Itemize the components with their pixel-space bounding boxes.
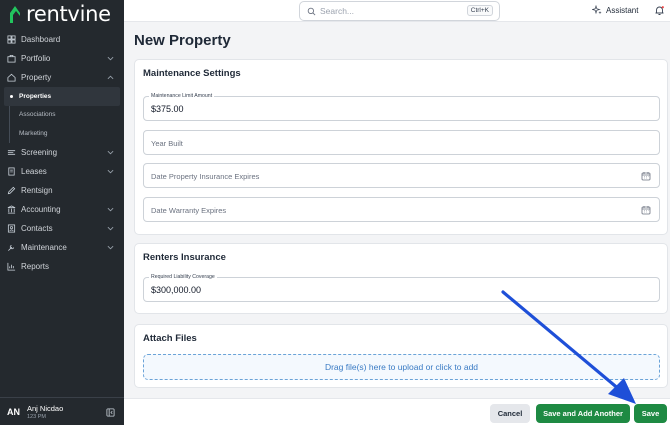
- property-submenu: Properties Associations Marketing: [0, 87, 124, 143]
- sidebar-item-label: Property: [21, 73, 52, 82]
- card-title: Attach Files: [143, 333, 197, 344]
- sidebar-item-label: Maintenance: [21, 242, 67, 252]
- wrench-icon: [7, 243, 16, 252]
- calendar-icon[interactable]: [641, 205, 651, 215]
- sidebar-item-label: Dashboard: [21, 35, 61, 44]
- save-button[interactable]: Save: [634, 404, 667, 423]
- sidebar-item-label: Screening: [21, 147, 58, 157]
- chevron-down-icon: [107, 245, 114, 249]
- sidebar-subitem-associations[interactable]: Associations: [0, 106, 124, 125]
- sidebar-item-label: Reports: [21, 261, 50, 271]
- rentsign-icon: [7, 186, 16, 195]
- chevron-down-icon: [107, 226, 114, 230]
- rentvine-logo-mark-icon: [10, 6, 20, 23]
- property-icon: [7, 73, 16, 82]
- field-value: $300,000.00: [151, 285, 202, 295]
- sidebar-item-property[interactable]: Property: [0, 68, 124, 87]
- field-placeholder: Date Property Insurance Expires: [151, 172, 260, 181]
- screening-icon: [7, 148, 16, 157]
- user-info: Anj Nicdao 123 PM: [27, 404, 63, 420]
- sparkle-icon: [592, 5, 602, 15]
- sidebar-item-leases[interactable]: Leases: [0, 162, 124, 181]
- field-label: Required Liability Coverage: [149, 274, 217, 280]
- card-title: Maintenance Settings: [143, 68, 241, 79]
- sidebar: rentvine Dashboard Portfolio Property Pr…: [0, 0, 124, 425]
- avatar: AN: [7, 406, 20, 417]
- sidebar-item-label: Leases: [21, 166, 47, 176]
- file-dropzone[interactable]: Drag file(s) here to upload or click to …: [143, 354, 660, 380]
- dashboard-icon: [7, 35, 16, 44]
- sidebar-item-label: Portfolio: [21, 54, 51, 63]
- page-title: New Property: [134, 32, 231, 49]
- insurance-expires-field[interactable]: Date Property Insurance Expires: [143, 163, 660, 188]
- chevron-down-icon: [107, 150, 114, 154]
- chevron-down-icon: [107, 56, 114, 61]
- contacts-icon: [7, 223, 16, 233]
- maintenance-settings-card: Maintenance Settings Maintenance Limit A…: [134, 59, 668, 235]
- brand-name: rentvine: [26, 2, 111, 26]
- main-content: New Property Maintenance Settings Mainte…: [124, 22, 670, 425]
- sidebar-item-maintenance[interactable]: Maintenance: [0, 238, 124, 257]
- bell-icon[interactable]: [654, 5, 665, 16]
- chevron-up-icon: [107, 75, 114, 80]
- sidebar-item-portfolio[interactable]: Portfolio: [0, 49, 124, 68]
- search-shortcut-badge: Ctrl+K: [466, 5, 493, 16]
- sidebar-nav: Dashboard Portfolio Property Properties …: [0, 30, 124, 276]
- sidebar-item-label: Accounting: [21, 204, 61, 214]
- sidebar-item-reports[interactable]: Reports: [0, 257, 124, 276]
- sidebar-item-rentsign[interactable]: Rentsign: [0, 181, 124, 200]
- sidebar-subitem-marketing[interactable]: Marketing: [0, 124, 124, 143]
- field-placeholder: Year Built: [151, 139, 183, 148]
- user-subtitle: 123 PM: [27, 413, 46, 420]
- attach-files-card: Attach Files Drag file(s) here to upload…: [134, 324, 668, 388]
- sidebar-collapse-icon[interactable]: [106, 408, 115, 417]
- chevron-down-icon: [107, 169, 114, 173]
- user-name: Anj Nicdao: [27, 403, 64, 413]
- sidebar-item-dashboard[interactable]: Dashboard: [0, 30, 124, 49]
- warranty-expires-field[interactable]: Date Warranty Expires: [143, 197, 660, 222]
- assistant-button[interactable]: Assistant: [592, 5, 638, 15]
- search-icon: [307, 7, 316, 15]
- sidebar-item-label: Contacts: [21, 223, 53, 233]
- liability-coverage-field[interactable]: Required Liability Coverage $300,000.00: [143, 274, 660, 302]
- sidebar-item-label: Rentsign: [21, 185, 53, 195]
- renters-insurance-card: Renters Insurance Required Liability Cov…: [134, 243, 668, 314]
- calendar-icon[interactable]: [641, 171, 651, 181]
- accounting-icon: [7, 204, 16, 214]
- sidebar-subitem-properties[interactable]: Properties: [4, 87, 120, 106]
- chevron-down-icon: [107, 207, 114, 211]
- sidebar-item-screening[interactable]: Screening: [0, 143, 124, 162]
- user-profile[interactable]: AN Anj Nicdao 123 PM: [0, 397, 124, 425]
- sidebar-item-accounting[interactable]: Accounting: [0, 200, 124, 219]
- maintenance-limit-field[interactable]: Maintenance Limit Amount $375.00: [143, 93, 660, 121]
- field-label: Maintenance Limit Amount: [149, 93, 215, 99]
- rentvine-logo[interactable]: rentvine: [8, 2, 111, 26]
- assistant-label: Assistant: [606, 5, 639, 15]
- cancel-button[interactable]: Cancel: [490, 404, 530, 423]
- leases-icon: [7, 166, 16, 176]
- card-title: Renters Insurance: [143, 252, 226, 263]
- form-footer: Cancel Save and Add Another Save: [124, 398, 670, 425]
- field-placeholder: Date Warranty Expires: [151, 206, 227, 215]
- search-input[interactable]: [320, 6, 460, 16]
- field-value: $375.00: [151, 104, 184, 114]
- reports-icon: [7, 262, 16, 271]
- save-and-add-another-button[interactable]: Save and Add Another: [536, 404, 630, 423]
- portfolio-icon: [7, 54, 16, 63]
- top-bar: Ctrl+K Assistant: [124, 0, 670, 22]
- global-search[interactable]: Ctrl+K: [299, 1, 500, 21]
- year-built-field[interactable]: Year Built: [143, 130, 660, 155]
- sidebar-item-contacts[interactable]: Contacts: [0, 219, 124, 238]
